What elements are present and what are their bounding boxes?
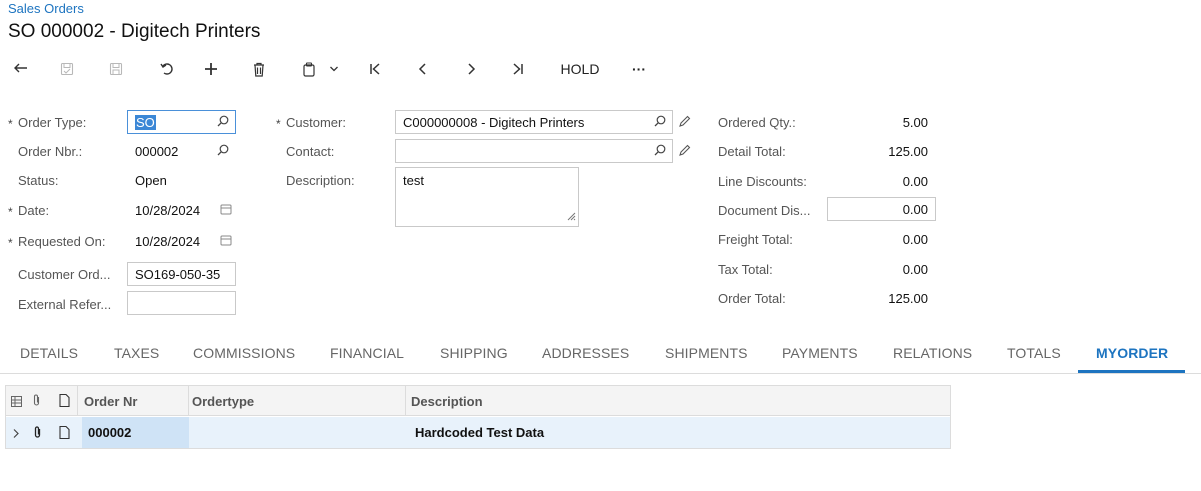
next-record-icon[interactable] <box>458 54 484 84</box>
ordered-qty-label: Ordered Qty.: <box>718 115 796 130</box>
tab-relations[interactable]: RELATIONS <box>893 345 972 361</box>
more-icon[interactable]: ··· <box>624 54 654 84</box>
column-divider <box>188 386 189 416</box>
column-divider <box>405 386 406 416</box>
required-marker: * <box>8 117 13 131</box>
line-discounts-value: 0.00 <box>902 174 928 189</box>
copy-paste-icon[interactable] <box>297 54 321 84</box>
page-title: SO 000002 - Digitech Printers <box>8 21 261 42</box>
note-icon[interactable] <box>59 425 70 442</box>
order-type-label: Order Type: <box>18 115 87 130</box>
edit-pencil-icon[interactable] <box>678 144 691 160</box>
tab-shipping[interactable]: SHIPPING <box>440 345 508 361</box>
search-icon[interactable] <box>217 144 229 159</box>
requested-on-label: Requested On: <box>18 234 106 249</box>
delete-icon[interactable] <box>246 54 272 84</box>
breadcrumb[interactable]: Sales Orders <box>8 1 84 16</box>
chevron-down-icon[interactable] <box>325 54 343 84</box>
previous-record-icon[interactable] <box>410 54 436 84</box>
resize-handle-icon[interactable] <box>566 209 576 224</box>
tab-myorder[interactable]: MYORDER <box>1096 345 1168 361</box>
order-nbr-input[interactable]: 000002 <box>127 139 236 163</box>
search-icon[interactable] <box>654 144 666 159</box>
attachment-icon <box>32 394 41 410</box>
tax-total-label: Tax Total: <box>718 262 773 277</box>
save-icon[interactable] <box>103 54 129 84</box>
status-label: Status: <box>18 173 59 188</box>
attachment-icon[interactable] <box>33 426 42 442</box>
save-close-icon[interactable] <box>54 54 80 84</box>
toolbar: HOLD ··· <box>0 54 700 86</box>
grid-header: Order Nr Ordertype Description <box>6 386 950 416</box>
tab-bar: DETAILS TAXES COMMISSIONS FINANCIAL SHIP… <box>0 336 1201 374</box>
required-marker: * <box>276 117 281 131</box>
myorder-grid: Order Nr Ordertype Description 000002 Ha… <box>5 385 951 449</box>
calendar-icon[interactable] <box>220 234 232 249</box>
column-divider <box>77 386 78 416</box>
customer-order-label: Customer Ord... <box>18 267 111 282</box>
customer-label: Customer: <box>286 115 346 130</box>
edit-pencil-icon[interactable] <box>678 115 691 131</box>
ordered-qty-value: 5.00 <box>902 115 928 130</box>
tab-shipments[interactable]: SHIPMENTS <box>665 345 748 361</box>
order-nbr-label: Order Nbr.: <box>18 144 83 159</box>
required-marker: * <box>8 205 13 219</box>
first-record-icon[interactable] <box>362 54 388 84</box>
tab-financial[interactable]: FINANCIAL <box>330 345 404 361</box>
hold-button[interactable]: HOLD <box>552 54 608 84</box>
back-arrow-icon[interactable] <box>8 54 34 84</box>
required-marker: * <box>8 236 13 250</box>
undo-icon[interactable] <box>154 54 180 84</box>
chevron-right-icon[interactable] <box>12 427 20 442</box>
description-label: Description: <box>286 173 355 188</box>
customer-order-input[interactable]: SO169-050-35 <box>127 262 236 286</box>
active-tab-indicator <box>1078 370 1185 373</box>
calendar-icon[interactable] <box>220 203 232 218</box>
tab-commissions[interactable]: COMMISSIONS <box>193 345 295 361</box>
contact-input[interactable] <box>395 139 673 163</box>
contact-label: Contact: <box>286 144 335 159</box>
date-input[interactable]: 10/28/2024 <box>127 198 236 222</box>
tab-details[interactable]: DETAILS <box>20 345 78 361</box>
search-icon[interactable] <box>654 115 666 130</box>
tab-totals[interactable]: TOTALS <box>1007 345 1061 361</box>
order-type-input[interactable]: SO <box>127 110 236 134</box>
description-cell[interactable]: Hardcoded Test Data <box>415 425 544 440</box>
note-icon <box>59 393 70 410</box>
line-discounts-label: Line Discounts: <box>718 174 807 189</box>
column-order-nr[interactable]: Order Nr <box>84 394 137 409</box>
detail-total-label: Detail Total: <box>718 144 786 159</box>
freight-total-label: Freight Total: <box>718 232 793 247</box>
search-icon[interactable] <box>217 115 229 130</box>
customer-input[interactable]: C000000008 - Digitech Printers <box>395 110 673 134</box>
tab-payments[interactable]: PAYMENTS <box>782 345 858 361</box>
order-total-value: 125.00 <box>888 291 928 306</box>
last-record-icon[interactable] <box>505 54 531 84</box>
column-description[interactable]: Description <box>411 394 483 409</box>
order-total-label: Order Total: <box>718 291 786 306</box>
description-textarea[interactable]: test <box>395 167 579 227</box>
column-chooser-icon[interactable] <box>11 395 22 410</box>
external-ref-label: External Refer... <box>18 297 112 312</box>
requested-on-input[interactable]: 10/28/2024 <box>127 229 236 253</box>
tax-total-value: 0.00 <box>902 262 928 277</box>
tab-addresses[interactable]: ADDRESSES <box>542 345 629 361</box>
status-value: Open <box>135 173 167 188</box>
column-ordertype[interactable]: Ordertype <box>192 394 254 409</box>
tab-taxes[interactable]: TAXES <box>114 345 159 361</box>
freight-total-value: 0.00 <box>902 232 928 247</box>
table-row[interactable]: 000002 Hardcoded Test Data <box>6 417 950 448</box>
document-discount-input[interactable]: 0.00 <box>827 197 936 221</box>
external-ref-input[interactable] <box>127 291 236 315</box>
order-nr-cell[interactable]: 000002 <box>88 425 131 440</box>
detail-total-value: 125.00 <box>888 144 928 159</box>
document-discount-label: Document Dis... <box>718 203 811 218</box>
date-label: Date: <box>18 203 50 218</box>
add-icon[interactable] <box>198 54 224 84</box>
